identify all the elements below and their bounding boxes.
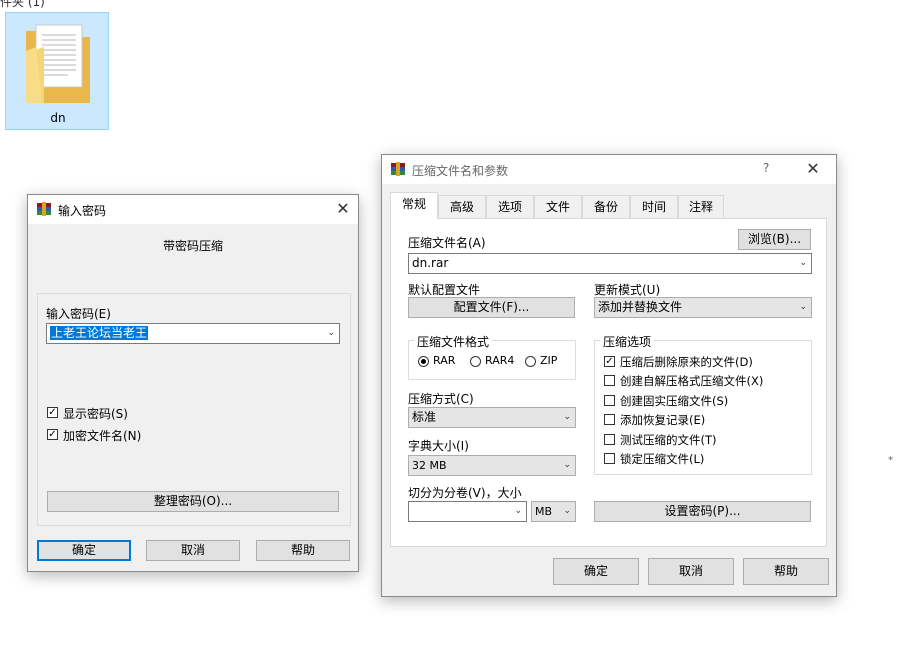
help-icon[interactable]: ? — [763, 161, 769, 175]
password-dialog-title: 输入密码 — [58, 204, 107, 218]
help-button[interactable]: 帮助 — [256, 540, 350, 561]
profile-button[interactable]: 配置文件(F)... — [408, 297, 575, 318]
ok-button[interactable]: 确定 — [37, 540, 131, 561]
update-mode-select[interactable]: 添加并替换文件 ⌄ — [594, 297, 812, 318]
format-group-label: 压缩文件格式 — [414, 333, 493, 350]
tab-general-cover: 常规 — [390, 192, 438, 219]
test-checkbox[interactable] — [604, 434, 615, 445]
explorer-header-partial: 件夹 (1) — [0, 0, 45, 9]
archive-name-value: dn.rar — [412, 256, 449, 270]
close-icon[interactable]: ✕ — [802, 158, 824, 180]
solid-label: 创建固实压缩文件(S) — [620, 394, 729, 408]
method-select[interactable]: 标准 ⌄ — [408, 407, 576, 428]
folder-name: dn — [50, 111, 66, 125]
tab-time[interactable]: 时间 — [630, 195, 678, 218]
update-mode-label: 更新模式(U) — [594, 283, 661, 297]
format-zip-radio[interactable] — [525, 356, 536, 367]
update-mode-value: 添加并替换文件 — [598, 300, 683, 314]
archive-name-input[interactable]: dn.rar ⌄ — [408, 253, 812, 274]
show-password-checkbox[interactable]: ✓ — [47, 407, 58, 418]
close-icon[interactable]: ✕ — [332, 198, 354, 220]
cancel-button[interactable]: 取消 — [146, 540, 240, 561]
chevron-down-icon[interactable]: ⌄ — [563, 502, 571, 521]
lock-label: 锁定压缩文件(L) — [620, 452, 705, 466]
split-label: 切分为分卷(V)，大小 — [408, 486, 522, 500]
split-unit-select[interactable]: MB ⌄ — [531, 501, 576, 522]
test-label: 测试压缩的文件(T) — [620, 433, 717, 447]
dict-select[interactable]: 32 MB ⌄ — [408, 455, 576, 476]
folder-icon — [26, 24, 90, 103]
archive-dialog-title: 压缩文件名和参数 — [412, 164, 509, 178]
archive-name-label: 压缩文件名(A) — [408, 236, 486, 250]
password-label: 输入密码(E) — [46, 307, 111, 321]
help-button[interactable]: 帮助 — [743, 558, 829, 585]
method-label: 压缩方式(C) — [408, 392, 474, 406]
chevron-down-icon[interactable]: ⌄ — [563, 408, 571, 427]
winrar-icon — [37, 202, 51, 216]
sfx-checkbox[interactable] — [604, 375, 615, 386]
split-size-input[interactable]: ⌄ — [408, 501, 527, 522]
password-dialog-titlebar: 输入密码 ✕ — [28, 195, 358, 224]
delete-after-label: 压缩后删除原来的文件(D) — [620, 355, 753, 369]
organize-passwords-button[interactable]: 整理密码(O)... — [47, 491, 339, 512]
cursor-mark: ⁎ — [888, 452, 893, 463]
folder-dn[interactable]: dn — [5, 12, 109, 130]
format-rar-radio[interactable] — [418, 356, 429, 367]
chevron-down-icon[interactable]: ⌄ — [327, 324, 335, 343]
recovery-label: 添加恢复记录(E) — [620, 413, 706, 427]
delete-after-checkbox[interactable]: ✓ — [604, 356, 615, 367]
chevron-down-icon[interactable]: ⌄ — [563, 456, 571, 475]
encrypt-names-checkbox[interactable]: ✓ — [47, 429, 58, 440]
encrypt-names-label: 加密文件名(N) — [63, 429, 142, 443]
chevron-down-icon[interactable]: ⌄ — [799, 298, 807, 317]
split-unit-value: MB — [535, 505, 553, 518]
password-value: 上老王论坛当老王 — [50, 326, 149, 340]
method-value: 标准 — [412, 410, 437, 424]
set-password-button[interactable]: 设置密码(P)... — [594, 501, 811, 522]
ok-button[interactable]: 确定 — [553, 558, 639, 585]
password-dialog-subtitle: 带密码压缩 — [162, 239, 223, 253]
show-password-label: 显示密码(S) — [63, 407, 128, 421]
chevron-down-icon[interactable]: ⌄ — [799, 254, 807, 273]
solid-checkbox[interactable] — [604, 395, 615, 406]
password-dialog: 输入密码 ✕ 带密码压缩 输入密码(E) 上老王论坛当老王 ⌄ ✓ 显示密码(S… — [27, 194, 359, 572]
format-rar4-radio[interactable] — [470, 356, 481, 367]
cancel-button[interactable]: 取消 — [648, 558, 734, 585]
lock-checkbox[interactable] — [604, 453, 615, 464]
options-group-label: 压缩选项 — [600, 333, 655, 350]
format-rar-label: RAR — [433, 354, 456, 367]
tab-backup[interactable]: 备份 — [582, 195, 630, 218]
winrar-icon — [391, 162, 405, 176]
tab-advanced[interactable]: 高级 — [438, 195, 486, 218]
password-input[interactable]: 上老王论坛当老王 ⌄ — [46, 323, 340, 344]
tab-files[interactable]: 文件 — [534, 195, 582, 218]
browse-button[interactable]: 浏览(B)... — [738, 229, 811, 250]
format-rar4-label: RAR4 — [485, 354, 515, 367]
dict-label: 字典大小(I) — [408, 439, 469, 453]
chevron-down-icon[interactable]: ⌄ — [514, 502, 522, 521]
sfx-label: 创建自解压格式压缩文件(X) — [620, 374, 764, 388]
tab-options[interactable]: 选项 — [486, 195, 534, 218]
profile-label: 默认配置文件 — [408, 283, 481, 297]
format-zip-label: ZIP — [540, 354, 558, 367]
archive-dialog-titlebar: 压缩文件名和参数 ? ✕ — [382, 155, 836, 184]
dict-value: 32 MB — [412, 459, 447, 472]
recovery-checkbox[interactable] — [604, 414, 615, 425]
tab-comment[interactable]: 注释 — [678, 195, 724, 218]
